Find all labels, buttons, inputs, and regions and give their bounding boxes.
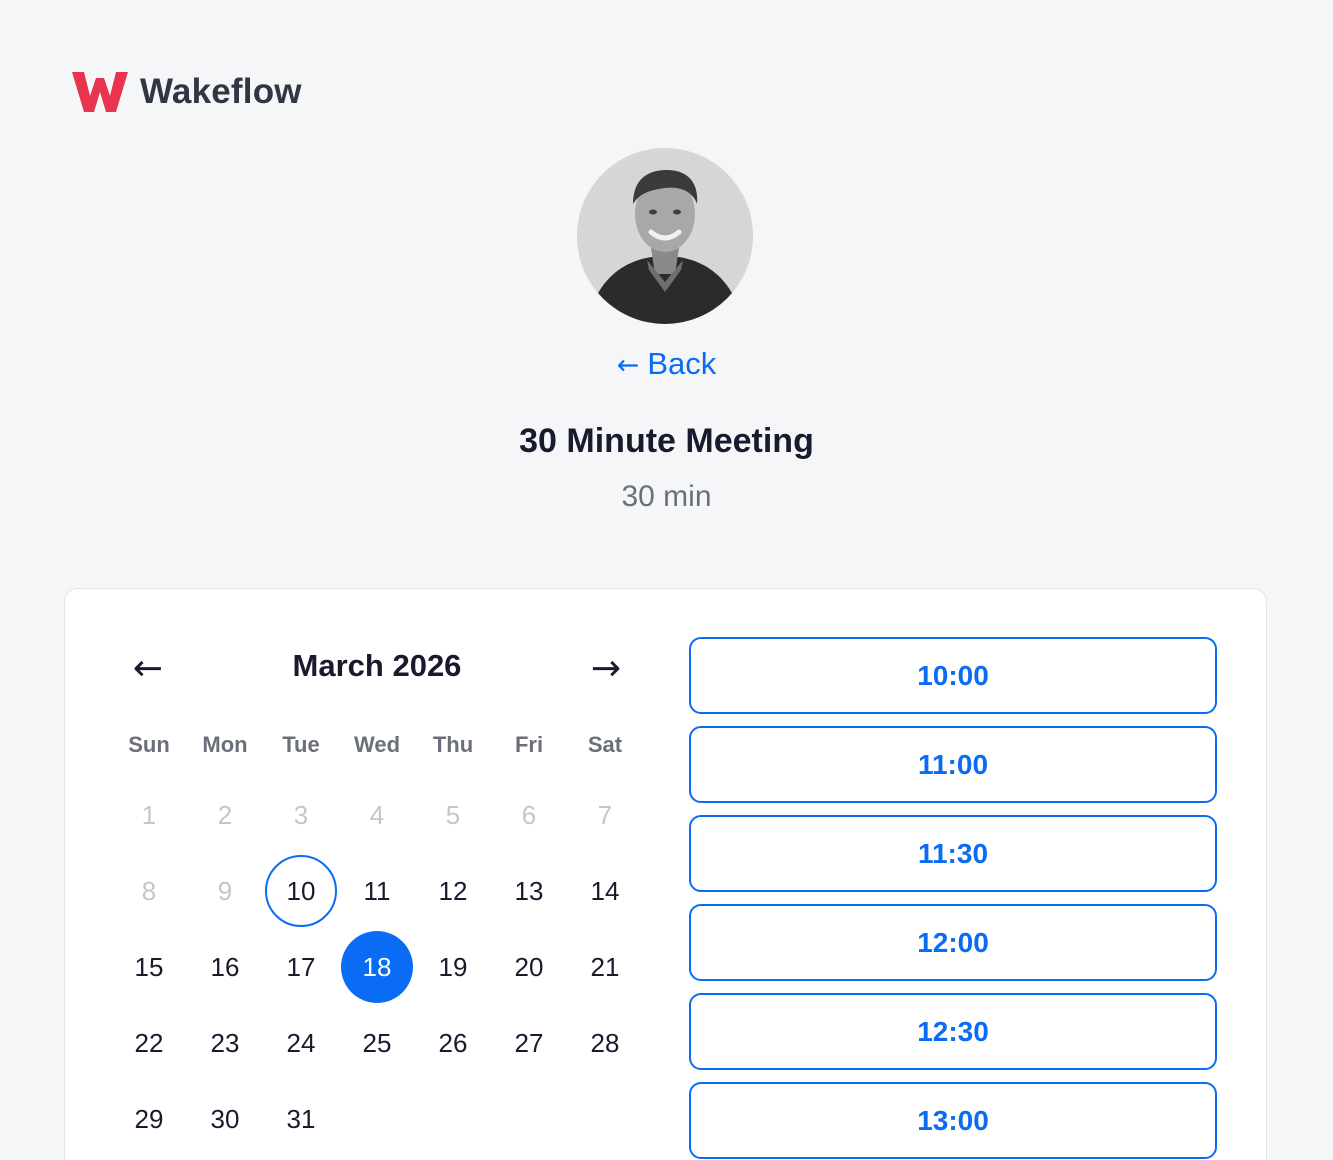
calendar-days-grid: 1 2 3 4 5 6 7 8 9 10 11 12 13 14 15 16 17 18 19 20 21 22 23 24 2…	[111, 777, 643, 1157]
calendar-day-number: 20	[514, 951, 544, 982]
weekday-label: Thu	[432, 732, 474, 757]
calendar-day[interactable]: 26	[415, 1005, 491, 1081]
weekday-label: Fri	[514, 732, 544, 757]
wakeflow-logo-icon	[72, 72, 128, 112]
calendar-day[interactable]: 21	[567, 929, 643, 1005]
event-duration: 30 min	[621, 480, 712, 513]
calendar-day: 4	[339, 777, 415, 853]
calendar-day-number: 25	[362, 1027, 392, 1058]
time-slot-list: 10:00 11:00 11:30 12:00 12:30 13:00	[689, 637, 1217, 1160]
booking-page: Wakeflow ← Back 30 Minute Meeting 30 min …	[0, 0, 1333, 1160]
brand-name: Wakeflow	[140, 72, 302, 111]
calendar-day-number: 24	[286, 1027, 316, 1058]
calendar-day-number: 23	[210, 1027, 240, 1058]
calendar-day-number: 4	[369, 799, 385, 830]
calendar-day: 2	[187, 777, 263, 853]
time-slot-button[interactable]: 12:00	[689, 904, 1217, 981]
calendar-day: 6	[491, 777, 567, 853]
calendar-day[interactable]: 16	[187, 929, 263, 1005]
calendar-header: ← March 2026 →	[110, 646, 644, 690]
time-slot-button[interactable]: 13:00	[689, 1082, 1217, 1159]
calendar-day[interactable]: 29	[111, 1081, 187, 1157]
calendar-day[interactable]: 11	[339, 853, 415, 929]
next-month-button[interactable]: →	[576, 646, 636, 690]
calendar-day[interactable]: 24	[263, 1005, 339, 1081]
time-slot-button[interactable]: 11:30	[689, 815, 1217, 892]
calendar-day[interactable]: 22	[111, 1005, 187, 1081]
calendar-day: 3	[263, 777, 339, 853]
host-avatar	[577, 148, 753, 324]
brand-logo[interactable]: Wakeflow	[72, 70, 302, 114]
calendar-day: 8	[111, 853, 187, 929]
calendar-day[interactable]: 27	[491, 1005, 567, 1081]
calendar-day-number: 14	[590, 875, 620, 906]
calendar-day-number: 7	[597, 799, 613, 830]
weekday-label: Wed	[353, 732, 401, 757]
calendar-day-number: 21	[590, 951, 620, 982]
calendar-day[interactable]: 23	[187, 1005, 263, 1081]
calendar-day-today[interactable]: 10	[263, 853, 339, 929]
calendar-day-number: 9	[217, 875, 233, 906]
calendar-day[interactable]: 28	[567, 1005, 643, 1081]
calendar-day-number: 10	[265, 855, 337, 927]
calendar-day-number: 11	[363, 875, 391, 906]
calendar-day-number: 1	[141, 799, 157, 830]
calendar-day-number: 6	[521, 799, 537, 830]
calendar-day-number: 5	[445, 799, 461, 830]
calendar-day-number: 17	[286, 951, 316, 982]
calendar-day: 9	[187, 853, 263, 929]
back-label: Back	[647, 346, 717, 381]
calendar-day-number: 8	[141, 875, 157, 906]
calendar-day-number: 30	[210, 1103, 240, 1134]
weekday-label: Tue	[282, 732, 320, 757]
calendar-day-number: 27	[514, 1027, 544, 1058]
calendar-day-number: 12	[438, 875, 468, 906]
calendar-day-number: 28	[590, 1027, 620, 1058]
calendar-day-selected[interactable]: 18	[339, 929, 415, 1005]
weekday-label: Sat	[587, 732, 623, 757]
calendar-day-number: 16	[210, 951, 240, 982]
calendar-day[interactable]: 13	[491, 853, 567, 929]
calendar-day[interactable]: 30	[187, 1081, 263, 1157]
calendar-day-number: 29	[134, 1103, 164, 1134]
calendar-day: 7	[567, 777, 643, 853]
time-slot-button[interactable]: 10:00	[689, 637, 1217, 714]
calendar-day-number: 3	[293, 799, 309, 830]
calendar-day: 1	[111, 777, 187, 853]
calendar-day-number: 26	[438, 1027, 468, 1058]
calendar-day-number: 2	[217, 799, 233, 830]
calendar-day[interactable]: 20	[491, 929, 567, 1005]
calendar-day-number: 15	[134, 951, 164, 982]
calendar-day-number: 22	[134, 1027, 164, 1058]
calendar-weekdays: Sun Mon Tue Wed Thu Fri Sat	[111, 732, 643, 758]
calendar-day[interactable]: 17	[263, 929, 339, 1005]
event-title: 30 Minute Meeting	[519, 422, 814, 460]
calendar-month-label: March 2026	[292, 648, 462, 683]
calendar-day-number: 19	[438, 951, 468, 982]
calendar-day-number: 13	[514, 875, 544, 906]
back-link[interactable]: ← Back	[0, 346, 1333, 382]
calendar-day-number: 31	[286, 1103, 316, 1134]
calendar-day[interactable]: 12	[415, 853, 491, 929]
time-slot-button[interactable]: 12:30	[689, 993, 1217, 1070]
weekday-label: Mon	[202, 732, 248, 757]
calendar-day[interactable]: 19	[415, 929, 491, 1005]
calendar-day: 5	[415, 777, 491, 853]
calendar-day[interactable]: 15	[111, 929, 187, 1005]
calendar-day[interactable]: 31	[263, 1081, 339, 1157]
calendar-day[interactable]: 14	[567, 853, 643, 929]
arrow-left-icon: ←	[616, 350, 640, 381]
time-slot-button[interactable]: 11:00	[689, 726, 1217, 803]
calendar-day-number: 18	[341, 931, 413, 1003]
calendar-day[interactable]: 25	[339, 1005, 415, 1081]
weekday-label: Sun	[128, 732, 170, 757]
